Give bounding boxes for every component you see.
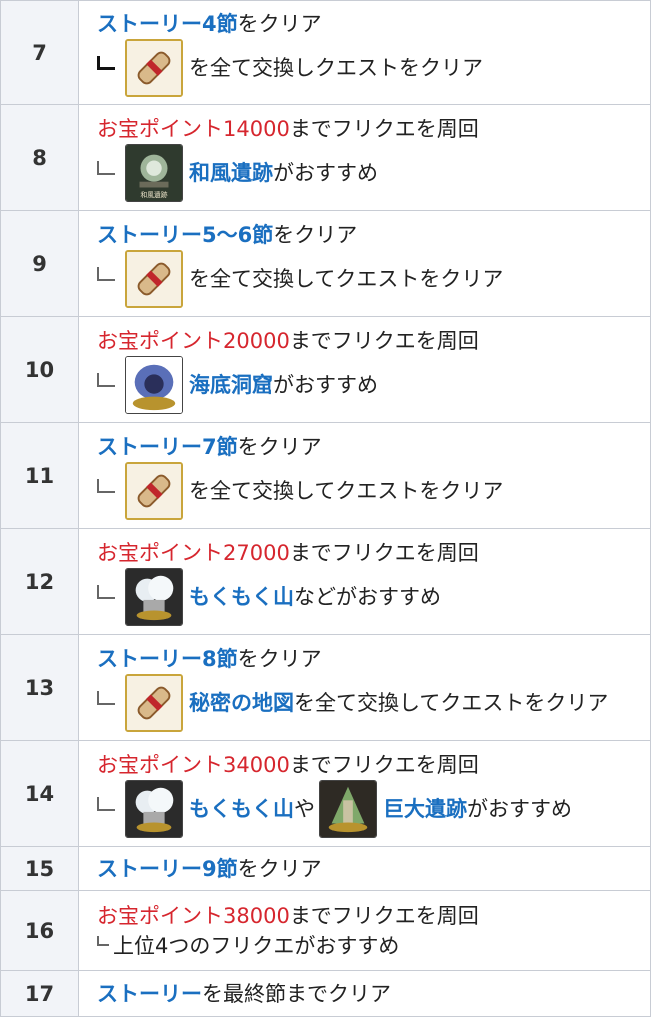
line-text: を全て交換してクエストをクリア [189, 266, 504, 291]
row-number: 11 [0, 422, 79, 529]
row-number: 16 [0, 890, 79, 971]
branch-mark [97, 372, 115, 387]
row-content: お宝ポイント20000までフリクエを周回 海底洞窟 がおすすめ [78, 316, 651, 423]
table-row: 12 お宝ポイント27000までフリクエを周回 もくもく山 などがおすすめ [0, 528, 651, 635]
row-number: 15 [0, 846, 79, 891]
story-link[interactable]: ストーリー [97, 982, 202, 1006]
table-row: 14 お宝ポイント34000までフリクエを周回 もくもく山や 巨大遺跡 がおすすめ [0, 740, 651, 847]
row-content: お宝ポイント27000までフリクエを周回 もくもく山 などがおすすめ [78, 528, 651, 635]
scroll-map-icon[interactable] [125, 249, 183, 308]
quest-table: 7 ストーリー4節をクリア を全て交換しクエストをクリア 8 お宝ポイント140… [0, 0, 651, 1017]
row-content: ストーリーを最終節までクリア [78, 970, 651, 1017]
row-content: ストーリー4節をクリア を全て交換しクエストをクリア [78, 0, 651, 105]
line-text: を最終節までクリア [202, 981, 391, 1006]
line-text: がおすすめ [273, 372, 378, 397]
table-row: 16 お宝ポイント38000までフリクエを周回 上位4つのフリクエがおすすめ [0, 890, 651, 971]
cloud-mountain-icon[interactable] [125, 779, 183, 838]
row-content: ストーリー7節をクリア を全て交換してクエストをクリア [78, 422, 651, 529]
quest-link[interactable]: もくもく山 [189, 582, 294, 612]
item-link[interactable]: 秘密の地図 [189, 688, 294, 718]
row-number: 14 [0, 740, 79, 847]
branch-mark [97, 690, 115, 705]
table-row: 11 ストーリー7節をクリア を全て交換してクエストをクリア [0, 422, 651, 529]
scroll-map-icon[interactable] [125, 38, 183, 97]
line-text: をクリア [237, 646, 322, 671]
line-text: を全て交換してクエストをクリア [189, 478, 504, 503]
table-row: 15 ストーリー9節をクリア [0, 846, 651, 891]
row-number: 10 [0, 316, 79, 423]
quest-link[interactable]: 和風遺跡 [189, 158, 273, 188]
row-number: 9 [0, 210, 79, 317]
quest-link[interactable]: 海底洞窟 [189, 370, 273, 400]
row-content: ストーリー5〜6節をクリア を全て交換してクエストをクリア [78, 210, 651, 317]
treasure-points: お宝ポイント27000 [97, 540, 290, 565]
story-link[interactable]: ストーリー4節 [97, 12, 238, 36]
treasure-points: お宝ポイント38000 [97, 903, 290, 928]
line-text: や [294, 796, 315, 821]
table-row: 13 ストーリー8節をクリア 秘密の地図 を全て交換してクエストをクリア [0, 634, 651, 741]
undersea-cave-icon[interactable] [125, 355, 183, 414]
row-content: お宝ポイント34000までフリクエを周回 もくもく山や 巨大遺跡 がおすすめ [78, 740, 651, 847]
row-number: 17 [0, 970, 79, 1017]
table-row: 9 ストーリー5〜6節をクリア を全て交換してクエストをクリア [0, 210, 651, 317]
line-text: をクリア [237, 434, 322, 459]
table-row: 10 お宝ポイント20000までフリクエを周回 海底洞窟 がおすすめ [0, 316, 651, 423]
branch-mark [97, 796, 115, 811]
quest-link[interactable]: もくもく山 [189, 794, 294, 824]
row-number: 12 [0, 528, 79, 635]
icon-caption: 和風遺跡 [140, 190, 167, 199]
treasure-points: お宝ポイント34000 [97, 752, 290, 777]
branch-mark [97, 160, 115, 175]
story-link[interactable]: ストーリー9節 [97, 857, 238, 881]
giant-ruins-icon[interactable] [319, 779, 377, 838]
japanese-ruins-icon[interactable]: 和風遺跡 [125, 143, 183, 202]
quest-link[interactable]: 巨大遺跡 [383, 794, 467, 824]
treasure-points: お宝ポイント20000 [97, 328, 290, 353]
table-row: 17 ストーリーを最終節までクリア [0, 970, 651, 1017]
scroll-map-icon[interactable] [125, 673, 183, 732]
story-link[interactable]: ストーリー8節 [97, 647, 238, 671]
treasure-points: お宝ポイント14000 [97, 116, 290, 141]
line-text: をクリア [273, 222, 358, 247]
line-text: がおすすめ [467, 796, 572, 821]
line-text: までフリクエを周回 [289, 116, 479, 141]
branch-mark [97, 935, 109, 946]
row-number: 7 [0, 0, 79, 105]
row-number: 8 [0, 104, 79, 211]
row-content: ストーリー8節をクリア 秘密の地図 を全て交換してクエストをクリア [78, 634, 651, 741]
line-text: を全て交換してクエストをクリア [294, 690, 609, 715]
line-text: をクリア [237, 11, 322, 36]
row-content: お宝ポイント14000までフリクエを周回 和風遺跡 和風遺跡 がおすすめ [78, 104, 651, 211]
row-number: 13 [0, 634, 79, 741]
line-text: までフリクエを周回 [289, 540, 479, 565]
line-text: がおすすめ [273, 160, 378, 185]
story-link[interactable]: ストーリー5〜6節 [97, 223, 273, 247]
row-content: お宝ポイント38000までフリクエを周回 上位4つのフリクエがおすすめ [78, 890, 651, 971]
line-text: をクリア [237, 856, 322, 881]
branch-mark [97, 584, 115, 599]
story-link[interactable]: ストーリー7節 [97, 435, 238, 459]
row-content: ストーリー9節をクリア [78, 846, 651, 891]
table-row: 8 お宝ポイント14000までフリクエを周回 和風遺跡 和風遺跡 がおすすめ [0, 104, 651, 211]
line-text: までフリクエを周回 [289, 752, 479, 777]
cloud-mountain-icon[interactable] [125, 567, 183, 626]
branch-mark [97, 55, 115, 70]
table-row: 7 ストーリー4節をクリア を全て交換しクエストをクリア [0, 0, 651, 105]
line-text: 上位4つのフリクエがおすすめ [113, 933, 400, 958]
line-text: までフリクエを周回 [289, 328, 479, 353]
branch-mark [97, 478, 115, 493]
line-text: などがおすすめ [294, 584, 441, 609]
line-text: を全て交換しクエストをクリア [189, 55, 483, 80]
branch-mark [97, 266, 115, 281]
line-text: までフリクエを周回 [289, 903, 479, 928]
scroll-map-icon[interactable] [125, 461, 183, 520]
